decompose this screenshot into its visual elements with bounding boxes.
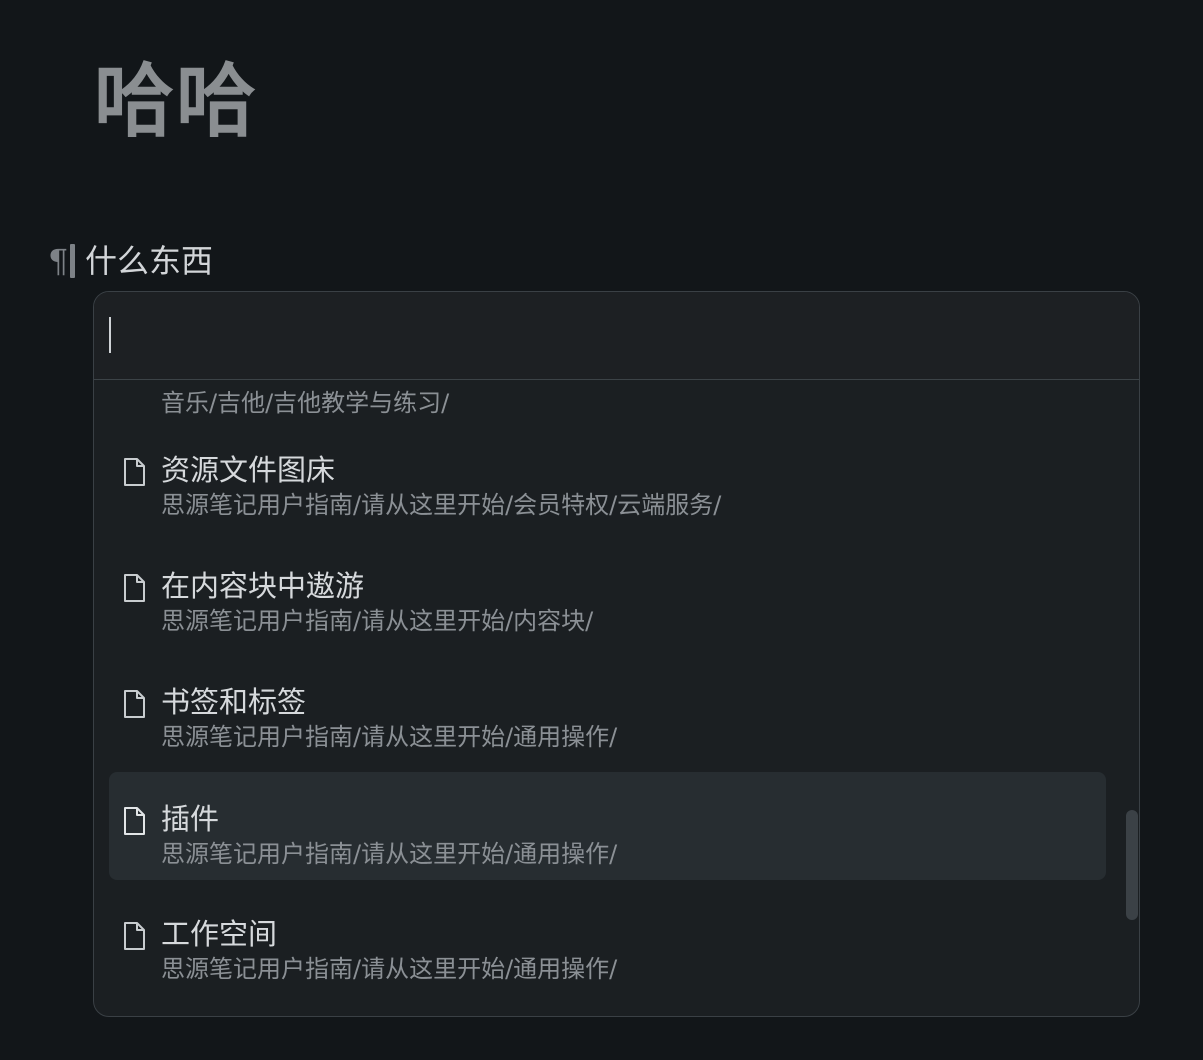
document-icon bbox=[124, 574, 145, 602]
result-title: 资源文件图床 bbox=[161, 453, 336, 487]
result-item[interactable]: 书签和标签 思源笔记用户指南/请从这里开始/通用操作/ bbox=[109, 655, 1106, 763]
result-title: 工作空间 bbox=[161, 917, 278, 951]
document-icon bbox=[124, 807, 145, 835]
result-path: 思源笔记用户指南/请从这里开始/通用操作/ bbox=[161, 955, 618, 983]
results-scrollbar[interactable] bbox=[1126, 810, 1138, 920]
document-icon bbox=[124, 690, 145, 718]
search-input[interactable] bbox=[94, 292, 1139, 380]
document-icon bbox=[124, 922, 145, 950]
result-path-partial[interactable]: 音乐/吉他/吉他教学与练习/ bbox=[161, 380, 449, 426]
result-title: 书签和标签 bbox=[161, 685, 307, 719]
results-list: 音乐/吉他/吉他教学与练习/ 资源文件图床 思源笔记用户指南/请从这里开始/会员… bbox=[94, 380, 1139, 1016]
result-item[interactable]: 工作空间 思源笔记用户指南/请从这里开始/通用操作/ bbox=[109, 887, 1106, 995]
text-caret bbox=[109, 317, 111, 353]
result-item[interactable]: 资源文件图床 思源笔记用户指南/请从这里开始/会员特权/云端服务/ bbox=[109, 423, 1106, 531]
document-icon bbox=[124, 458, 145, 486]
block-reference-search-popup: 音乐/吉他/吉他教学与练习/ 资源文件图床 思源笔记用户指南/请从这里开始/会员… bbox=[93, 291, 1140, 1017]
paragraph-icon[interactable]: ¶ bbox=[48, 245, 72, 277]
result-path: 思源笔记用户指南/请从这里开始/通用操作/ bbox=[161, 840, 618, 868]
result-title: 插件 bbox=[161, 802, 220, 836]
document-title[interactable]: 哈哈 bbox=[94, 52, 258, 152]
result-item[interactable]: 在内容块中遨游 思源笔记用户指南/请从这里开始/内容块/ bbox=[109, 539, 1106, 647]
result-path: 思源笔记用户指南/请从这里开始/通用操作/ bbox=[161, 723, 618, 751]
editor-page: 哈哈 ¶ 什么东西 音乐/吉他/吉他教学与练习/ 资源文件图床 思源笔记用户指南… bbox=[0, 0, 1203, 1060]
block-gutter-bar bbox=[70, 244, 75, 278]
paragraph-block[interactable]: ¶ 什么东西 bbox=[48, 236, 213, 286]
result-path: 思源笔记用户指南/请从这里开始/会员特权/云端服务/ bbox=[161, 491, 722, 519]
result-item-selected[interactable]: 插件 思源笔记用户指南/请从这里开始/通用操作/ bbox=[109, 772, 1106, 880]
result-path: 思源笔记用户指南/请从这里开始/内容块/ bbox=[161, 607, 594, 635]
result-title: 在内容块中遨游 bbox=[161, 569, 365, 603]
paragraph-text[interactable]: 什么东西 bbox=[85, 241, 213, 281]
